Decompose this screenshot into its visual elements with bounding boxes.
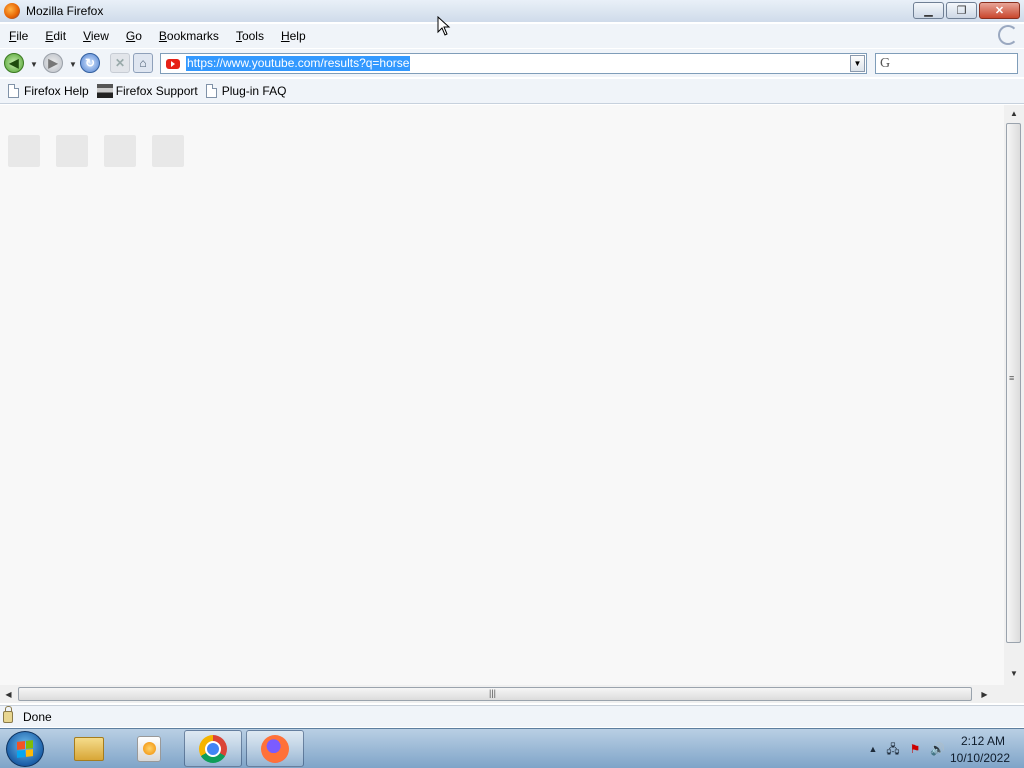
restore-button[interactable]: ❐ (946, 2, 977, 19)
bookmark-label: Firefox Support (115, 84, 198, 98)
action-center-flag-icon[interactable]: ⚑ (908, 742, 922, 756)
firefox-icon (261, 734, 289, 763)
show-hidden-icons-icon[interactable]: ▲ (866, 742, 880, 756)
stop-icon: ✕ (114, 56, 126, 70)
title-bar[interactable]: Mozilla Firefox ▁ ❐ ✕ (0, 0, 1024, 22)
taskbar-windows-explorer[interactable] (60, 730, 118, 767)
scroll-up-icon[interactable]: ▲ (1004, 105, 1024, 122)
scrollbar-corner (1004, 685, 1024, 703)
menu-edit[interactable]: Edit (36, 29, 74, 43)
grip-icon: ≡ (1009, 373, 1015, 383)
bookmark-firefox-support[interactable]: Firefox Support (96, 84, 198, 98)
menu-view[interactable]: View (74, 29, 117, 43)
loading-placeholder (104, 135, 136, 167)
forward-history-dropdown-icon[interactable]: ▼ (69, 60, 77, 69)
network-icon[interactable]: 🖧 (886, 742, 900, 756)
back-button[interactable]: ◀ (4, 53, 24, 73)
loading-placeholder (8, 135, 40, 167)
clock-date[interactable]: 10/10/2022 (940, 751, 1020, 765)
windows-logo-icon (17, 740, 33, 758)
window-controls: ▁ ❐ ✕ (913, 2, 1020, 19)
menu-file[interactable]: File (0, 29, 36, 43)
url-history-dropdown-button[interactable]: ▼ (850, 55, 865, 72)
mouse-cursor-icon (437, 16, 451, 36)
page-content[interactable] (0, 105, 1004, 685)
taskbar-google-chrome[interactable] (184, 730, 242, 767)
firefox-app-icon[interactable] (4, 3, 20, 19)
stop-button[interactable]: ✕ (110, 53, 130, 73)
start-button[interactable] (6, 731, 44, 767)
scroll-down-icon[interactable]: ▼ (1004, 665, 1024, 682)
back-history-dropdown-icon[interactable]: ▼ (30, 60, 38, 69)
grip-icon: ||| (489, 688, 497, 698)
search-engine-icon[interactable]: G (880, 56, 890, 72)
url-bar[interactable]: https://www.youtube.com/results?q=horse … (160, 53, 867, 74)
lock-icon (3, 705, 13, 723)
home-icon: ⌂ (139, 56, 147, 70)
loading-placeholder (152, 135, 184, 167)
home-button[interactable]: ⌂ (133, 53, 153, 73)
back-arrow-icon: ◀ (9, 56, 19, 70)
taskbar: ▲ 🖧 ⚑ 🔊 2:12 AM 10/10/2022 (0, 728, 1024, 768)
reload-button[interactable]: ↻ (80, 53, 100, 73)
system-tray: ▲ 🖧 ⚑ 🔊 2:12 AM 10/10/2022 (844, 729, 1024, 768)
zine-icon (96, 84, 113, 98)
clock-time[interactable]: 2:12 AM (948, 734, 1018, 748)
bookmark-label: Plug-in FAQ (221, 84, 287, 98)
taskbar-media-player[interactable] (120, 730, 178, 767)
url-text[interactable]: https://www.youtube.com/results?q=horse (186, 56, 411, 71)
reload-icon: ↻ (84, 56, 96, 70)
forward-button[interactable]: ▶ (43, 53, 63, 73)
menu-help[interactable]: Help (272, 29, 314, 43)
menu-bookmarks[interactable]: Bookmarks (150, 29, 227, 43)
vertical-scroll-thumb[interactable] (1006, 123, 1021, 643)
bookmark-firefox-help[interactable]: Firefox Help (8, 84, 89, 98)
minimize-button[interactable]: ▁ (913, 2, 944, 19)
close-button[interactable]: ✕ (979, 2, 1020, 19)
bookmark-label: Firefox Help (24, 84, 89, 98)
horizontal-scrollbar[interactable]: ◀ ||| ▶ (0, 685, 1004, 703)
loading-placeholder (56, 135, 88, 167)
media-player-icon (137, 735, 161, 762)
restore-icon: ❐ (956, 5, 967, 17)
youtube-favicon-icon (166, 58, 180, 69)
status-bar: Done (0, 705, 1024, 727)
throbber-icon (998, 25, 1018, 45)
search-bar[interactable]: G (875, 53, 1018, 74)
page-icon (8, 84, 19, 98)
close-icon: ✕ (994, 5, 1005, 17)
menu-tools[interactable]: Tools (227, 29, 272, 43)
menu-go[interactable]: Go (117, 29, 150, 43)
vertical-scrollbar[interactable]: ▲ ≡ ▼ (1004, 105, 1024, 685)
scroll-left-icon[interactable]: ◀ (0, 685, 17, 703)
folder-icon (74, 736, 104, 761)
menu-bar: File Edit View Go Bookmarks Tools Help (0, 24, 1024, 48)
chrome-icon (199, 734, 227, 763)
page-icon (205, 84, 217, 98)
window-title: Mozilla Firefox (26, 4, 104, 18)
bookmarks-toolbar: Firefox Help Firefox Support Plug-in FAQ (0, 79, 1024, 104)
scroll-right-icon[interactable]: ▶ (976, 685, 993, 703)
forward-arrow-icon: ▶ (48, 56, 58, 70)
chevron-down-icon: ▼ (853, 59, 862, 68)
bookmark-plugin-faq[interactable]: Plug-in FAQ (205, 84, 287, 98)
minimize-icon: ▁ (924, 5, 933, 17)
status-text: Done (23, 709, 52, 724)
taskbar-mozilla-firefox[interactable] (246, 730, 304, 767)
